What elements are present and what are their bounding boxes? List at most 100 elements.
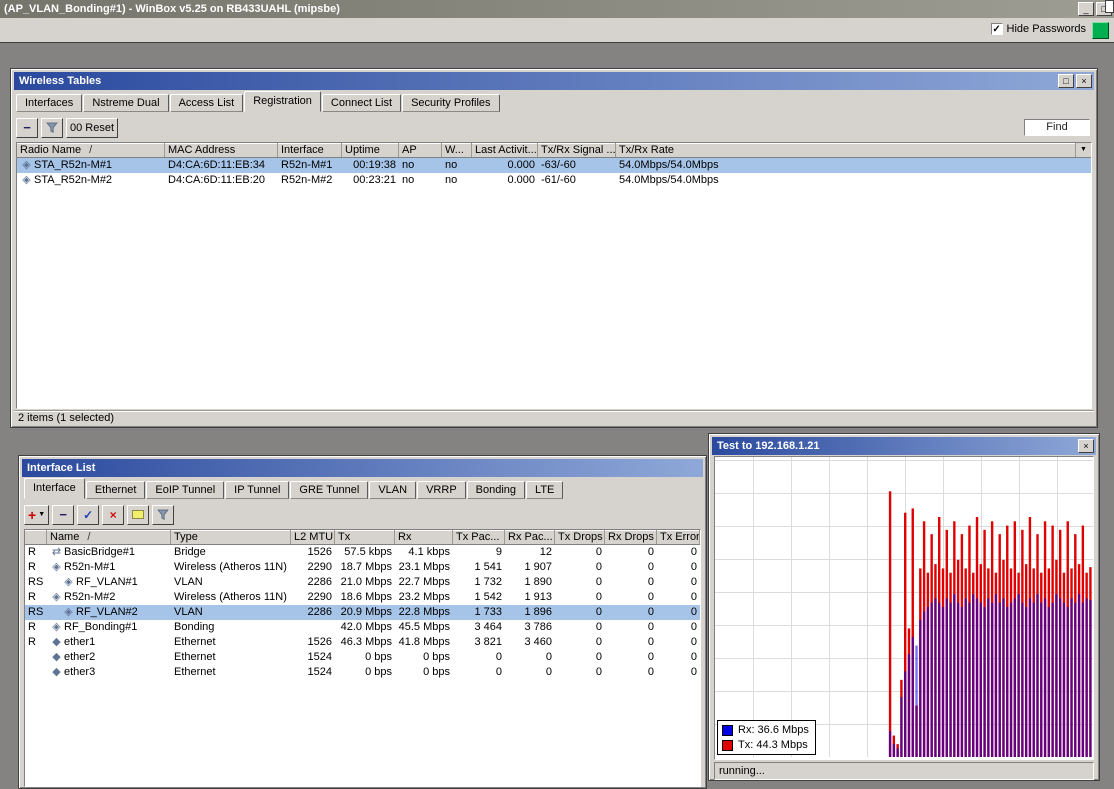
flags-cell	[25, 650, 47, 665]
column-header-last-activity[interactable]: Last Activit...	[472, 143, 538, 157]
interface-tab[interactable]: IP Tunnel	[225, 481, 290, 499]
filter-button[interactable]	[41, 117, 63, 138]
column-header-name[interactable]: Name /	[47, 530, 171, 544]
interface-row[interactable]: RS ◈ RF_VLAN#1 VLAN 2286 21.0 Mbps 22.7 M…	[25, 575, 700, 590]
interface-row[interactable]: R ◆ ether1 Ethernet 1526 46.3 Mbps 41.8 M…	[25, 635, 700, 650]
rx-cell: 22.8 Mbps	[398, 606, 450, 618]
wireless-tab[interactable]: Nstreme Dual	[83, 94, 169, 112]
interface-row[interactable]: ◆ ether2 Ethernet 1524 0 bps 0 bps 0 0 0 …	[25, 650, 700, 665]
rx-packet-cell: 12	[539, 546, 552, 558]
interface-tab[interactable]: EoIP Tunnel	[146, 481, 225, 499]
column-header-signal[interactable]: Tx/Rx Signal ...	[538, 143, 616, 157]
wireless-tab[interactable]: Registration	[244, 91, 321, 112]
wireless-tab[interactable]: Connect List	[321, 94, 402, 112]
column-header-tx-packet[interactable]: Tx Pac...	[453, 530, 505, 544]
column-header-tx-errors[interactable]: Tx Errors	[657, 530, 700, 544]
tx-packet-cell: 1 542	[474, 591, 502, 603]
tx-errors-cell: 0	[690, 576, 697, 588]
type-cell: VLAN	[174, 606, 203, 618]
enable-button[interactable]: ✓	[77, 504, 100, 525]
interface-icon: ◆	[52, 636, 61, 648]
column-header-flags[interactable]	[25, 530, 47, 544]
interface-tab[interactable]: VLAN	[369, 481, 417, 499]
radio-name-cell: ◈ STA_R52n-M#2	[17, 173, 165, 188]
rx-cell: 23.2 Mbps	[398, 591, 450, 603]
name-cell: ◈ RF_VLAN#2	[47, 605, 171, 620]
rx-cell: 4.1 kbps	[408, 546, 450, 558]
interface-row[interactable]: R ⇄ BasicBridge#1 Bridge 1526 57.5 kbps 4…	[25, 545, 700, 560]
tx-drops-cell: 0	[595, 576, 602, 588]
registration-row[interactable]: ◈ STA_R52n-M#2 D4:CA:6D:11:EB:20 R52n-M#2…	[17, 173, 1091, 188]
add-interface-button[interactable]: + ▼	[24, 504, 50, 525]
chart-legend: Rx: 36.6 Mbps Tx: 44.3 Mbps	[717, 720, 816, 755]
minimize-button[interactable]: _	[1078, 2, 1094, 16]
comment-button[interactable]	[127, 504, 150, 525]
column-header-interface[interactable]: Interface	[278, 143, 342, 157]
tx-errors-cell: 0	[690, 621, 697, 633]
wireless-tab[interactable]: Interfaces	[16, 94, 83, 112]
app-title: (AP_VLAN_Bonding#1) - WinBox v5.25 on RB…	[4, 3, 340, 15]
l2mtu-cell: 1526	[307, 636, 332, 648]
wireless-titlebar[interactable]: Wireless Tables □ ×	[14, 72, 1094, 90]
registration-table-header: Radio Name / MAC Address Interface Uptime…	[17, 143, 1091, 158]
interface-icon: ⇄	[51, 546, 62, 558]
radio-name: STA_R52n-M#1	[34, 159, 113, 171]
radio-name-cell: ◈ STA_R52n-M#1	[17, 158, 165, 173]
test-close-button[interactable]: ×	[1078, 439, 1094, 453]
interface-tab[interactable]: VRRP	[417, 481, 466, 499]
hide-passwords-checkbox[interactable]: ✓	[990, 23, 1003, 35]
wireless-tab[interactable]: Security Profiles	[402, 94, 500, 112]
tx-cell: 21.0 Mbps	[340, 576, 392, 588]
tx-cell: 0 bps	[365, 651, 392, 663]
interface-tab[interactable]: GRE Tunnel	[290, 481, 369, 499]
column-header-mac-address[interactable]: MAC Address	[165, 143, 278, 157]
remove-interface-button[interactable]: −	[52, 504, 75, 525]
ap-cell: no	[402, 159, 415, 171]
rx-drops-cell: 0	[647, 621, 654, 633]
interface-titlebar[interactable]: Interface List	[22, 459, 703, 477]
column-header-rx[interactable]: Rx	[395, 530, 453, 544]
rx-packet-cell: 3 786	[524, 621, 552, 633]
column-header-rx-packet[interactable]: Rx Pac...	[505, 530, 555, 544]
tx-drops-cell: 0	[595, 606, 602, 618]
test-titlebar[interactable]: Test to 192.168.1.21 ×	[712, 437, 1096, 455]
sort-indicator-icon: /	[89, 144, 93, 156]
tx-packet-cell: 0	[495, 666, 502, 678]
interface-window-title: Interface List	[27, 462, 96, 474]
hide-passwords-control[interactable]: ✓ Hide Passwords	[990, 23, 1086, 35]
type-cell: Wireless (Atheros 11N)	[174, 561, 287, 573]
column-header-tx[interactable]: Tx	[335, 530, 395, 544]
rx-packet-cell: 1 907	[524, 561, 552, 573]
column-header-type[interactable]: Type	[171, 530, 291, 544]
disable-button[interactable]: ×	[102, 504, 125, 525]
interface-row[interactable]: R ◈ R52n-M#2 Wireless (Atheros 11N) 2290 …	[25, 590, 700, 605]
interface-row[interactable]: R ◈ RF_Bonding#1 Bonding 42.0 Mbps 45.5 M…	[25, 620, 700, 635]
interface-row[interactable]: RS ◈ RF_VLAN#2 VLAN 2286 20.9 Mbps 22.8 M…	[25, 605, 700, 620]
flags-cell	[25, 665, 47, 680]
remove-entry-button[interactable]: −	[16, 117, 38, 138]
wireless-maximize-button[interactable]: □	[1058, 74, 1074, 88]
find-input[interactable]: Find	[1024, 119, 1090, 136]
interface-tab[interactable]: Ethernet	[85, 481, 146, 499]
column-header-rate[interactable]: Tx/Rx Rate	[616, 143, 1091, 157]
column-header-wds[interactable]: W...	[442, 143, 472, 157]
interface-tab[interactable]: LTE	[526, 481, 564, 499]
interface-name: ether1	[64, 636, 96, 648]
registration-table-body: ◈ STA_R52n-M#1 D4:CA:6D:11:EB:34 R52n-M#1…	[17, 158, 1091, 408]
wireless-tab[interactable]: Access List	[169, 94, 244, 112]
interface-row[interactable]: ◆ ether3 Ethernet 1524 0 bps 0 bps 0 0 0 …	[25, 665, 700, 680]
column-options-button[interactable]: ▼	[1075, 143, 1091, 157]
interface-row[interactable]: R ◈ R52n-M#1 Wireless (Atheros 11N) 2290 …	[25, 560, 700, 575]
column-header-ap[interactable]: AP	[399, 143, 442, 157]
filter-button[interactable]	[152, 504, 175, 525]
interface-tab[interactable]: Bonding	[466, 481, 526, 499]
wireless-close-button[interactable]: ×	[1076, 74, 1092, 88]
column-header-radio-name[interactable]: Radio Name /	[17, 143, 165, 157]
column-header-l2mtu[interactable]: L2 MTU	[291, 530, 335, 544]
column-header-tx-drops[interactable]: Tx Drops	[555, 530, 605, 544]
registration-row[interactable]: ◈ STA_R52n-M#1 D4:CA:6D:11:EB:34 R52n-M#1…	[17, 158, 1091, 173]
reset-counters-button[interactable]: 00 Reset	[66, 117, 119, 138]
interface-tab[interactable]: Interface	[24, 478, 85, 499]
column-header-uptime[interactable]: Uptime	[342, 143, 399, 157]
column-header-rx-drops[interactable]: Rx Drops	[605, 530, 657, 544]
